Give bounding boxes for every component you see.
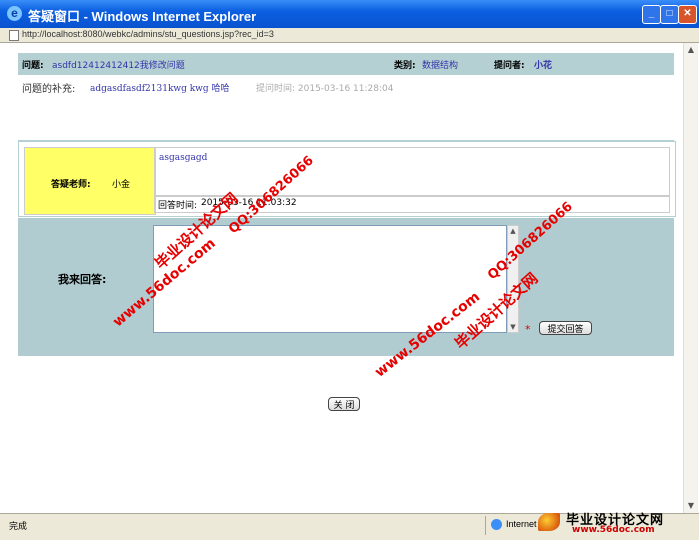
security-zone: Internet <box>506 519 537 529</box>
asker-value: 小花 <box>534 61 553 71</box>
category-value: 数据结构 <box>422 61 459 71</box>
category-label: 类别: <box>394 61 416 71</box>
answer-time-label: 回答时间: <box>158 201 198 211</box>
status-text: 完成 <box>9 521 28 531</box>
minimize-button[interactable]: _ <box>642 5 661 24</box>
page-content: 问题: asdfd12412412412我修改问题 类别: 数据结构 提问者: … <box>4 43 683 513</box>
supplement-value: adgasdfasdf2131kwg kwg 哈哈 <box>90 84 230 94</box>
question-header: 问题: asdfd12412412412我修改问题 类别: 数据结构 提问者: … <box>18 53 674 75</box>
page-icon <box>9 30 19 41</box>
status-divider <box>485 516 486 535</box>
question-title-label: 问题: <box>22 61 44 71</box>
reply-section: 我来回答: ▲ ▼ * 提交回答 <box>18 218 674 356</box>
scroll-down-icon[interactable]: ▼ <box>508 322 518 332</box>
close-window-button[interactable]: ✕ <box>678 5 697 24</box>
address-bar: http://localhost:8080/webkc/admins/stu_q… <box>0 28 699 43</box>
submit-answer-button[interactable]: 提交回答 <box>539 321 592 335</box>
teacher-label: 答疑老师: <box>51 180 91 190</box>
asker-label: 提问者: <box>494 61 525 71</box>
title-bar: e 答疑窗口 - Windows Internet Explorer _ □ ✕ <box>0 0 699 28</box>
page-scroll-up-icon[interactable]: ▲ <box>685 44 697 56</box>
answer-box: 答疑老师: 小金 asgasgagd 回答时间: 2015-03-16 11:0… <box>18 141 676 217</box>
brand-site: www.56doc.com <box>572 525 655 535</box>
window-title: 答疑窗口 - Windows Internet Explorer <box>28 9 257 24</box>
question-title-value: asdfd12412412412我修改问题 <box>52 61 185 71</box>
answer-content: asgasgagd <box>159 153 208 163</box>
teacher-value: 小金 <box>112 180 131 190</box>
question-supplement: 问题的补充: adgasdfasdf2131kwg kwg 哈哈 提问时间: 2… <box>18 75 674 141</box>
brand-emblem-icon <box>538 513 560 531</box>
teacher-cell: 答疑老师: 小金 <box>24 147 156 215</box>
address-url[interactable]: http://localhost:8080/webkc/admins/stu_q… <box>22 29 274 39</box>
brand-logo: 毕业设计论文网 www.56doc.com <box>538 509 693 537</box>
supplement-label: 问题的补充: <box>22 84 76 95</box>
page-scrollbar[interactable]: ▲ ▼ <box>683 43 698 513</box>
ask-time: 提问时间: 2015-03-16 11:28:04 <box>256 84 394 94</box>
globe-icon <box>491 519 502 530</box>
ie-icon: e <box>7 6 22 21</box>
scroll-up-icon[interactable]: ▲ <box>508 226 518 236</box>
maximize-button[interactable]: □ <box>660 5 679 24</box>
required-mark: * <box>525 323 531 336</box>
answer-content-cell: asgasgagd <box>154 147 670 197</box>
reply-label: 我来回答: <box>58 273 107 286</box>
close-button[interactable]: 关 闭 <box>328 397 360 411</box>
